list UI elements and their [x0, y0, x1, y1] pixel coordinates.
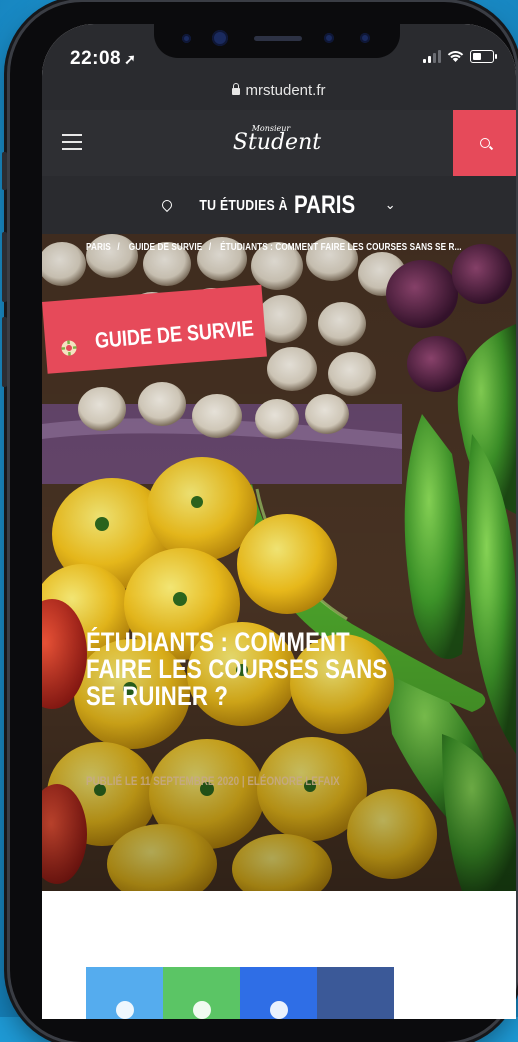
search-icon — [479, 138, 490, 148]
twitter-icon — [115, 1001, 134, 1019]
silent-switch — [2, 152, 7, 190]
lifebuoy-icon — [61, 340, 77, 356]
breadcrumb-item: ÉTUDIANTS : COMMENT FAIRE LES COURSES SA… — [220, 242, 462, 253]
site-logo[interactable]: Monsieur Student — [232, 124, 322, 154]
volume-down-button — [2, 317, 7, 387]
sensor-icon — [324, 33, 334, 43]
sensor-icon — [182, 34, 191, 43]
location-arrow-icon: ➚ — [124, 51, 137, 67]
system-icons — [423, 50, 497, 63]
breadcrumb-separator: / — [117, 242, 120, 253]
messenger-share-button[interactable] — [240, 967, 317, 1019]
whatsapp-share-button[interactable] — [163, 967, 240, 1019]
facebook-share-button[interactable] — [317, 967, 394, 1019]
twitter-share-button[interactable] — [86, 967, 163, 1019]
whatsapp-icon — [192, 1001, 211, 1019]
notch — [154, 24, 400, 58]
city-prefix: TU ÉTUDIES À — [199, 196, 289, 214]
breadcrumb: PARIS / GUIDE DE SURVIE / ÉTUDIANTS : COMM… — [86, 242, 462, 253]
breadcrumb-item[interactable]: GUIDE DE SURVIE — [129, 242, 203, 253]
wifi-icon — [447, 51, 464, 62]
article-meta: PUBLIÉ LE 11 SEPTEMBRE 2020 | ELÉONORE L… — [86, 774, 340, 788]
share-bar — [86, 967, 394, 1019]
lock-icon — [232, 83, 241, 95]
breadcrumb-item[interactable]: PARIS — [86, 242, 111, 253]
phone-frame: 22:08 ➚ mrstudent.fr Monsieur Student TU… — [2, 2, 516, 1042]
hamburger-icon[interactable] — [62, 134, 82, 155]
search-button[interactable] — [453, 110, 516, 176]
logo-big-text: Student — [232, 130, 322, 155]
signal-icon — [423, 50, 441, 63]
status-bar: 22:08 ➚ — [42, 24, 516, 80]
facebook-icon — [347, 1001, 365, 1019]
earpiece-speaker — [254, 36, 302, 41]
screen: 22:08 ➚ mrstudent.fr Monsieur Student TU… — [42, 24, 516, 1019]
volume-up-button — [2, 232, 7, 302]
article-title: ÉTUDIANTS : COMMENT FAIRE LES COURSES SA… — [86, 627, 388, 711]
front-camera-icon — [212, 30, 228, 46]
battery-icon — [470, 50, 497, 63]
messenger-icon — [269, 1001, 288, 1019]
city-selector[interactable]: TU ÉTUDIES À PARIS ⌄ — [42, 176, 516, 234]
breadcrumb-separator: / — [208, 242, 212, 253]
address-bar[interactable]: mrstudent.fr — [42, 80, 516, 110]
url-text: mrstudent.fr — [245, 82, 326, 99]
status-time: 22:08 ➚ — [70, 48, 137, 69]
city-name: PARIS — [294, 190, 356, 219]
site-header: Monsieur Student — [42, 110, 516, 176]
chevron-down-icon: ⌄ — [384, 197, 396, 212]
location-pin-icon — [160, 197, 175, 213]
sensor-icon — [360, 33, 370, 43]
